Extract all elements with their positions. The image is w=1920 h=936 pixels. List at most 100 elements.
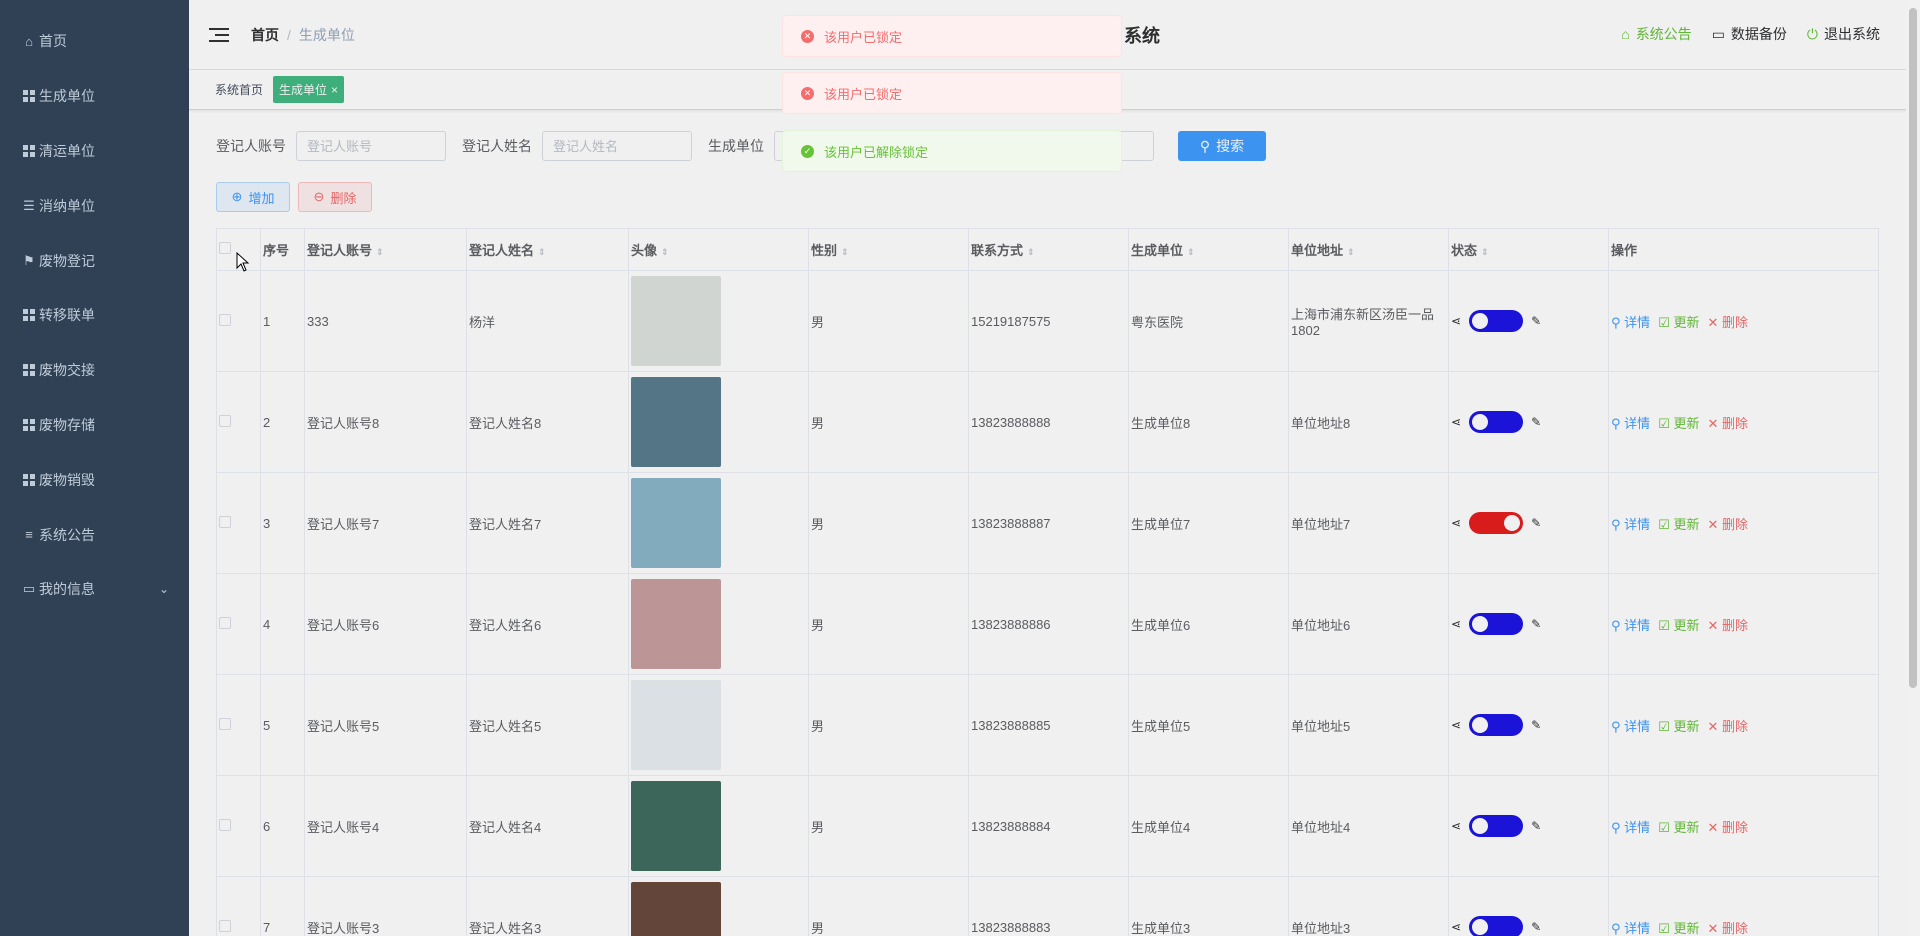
sidebar-item-waste-destruction[interactable]: 废物销毁 [0, 452, 189, 507]
tag-active[interactable]: 生成单位 × [273, 76, 345, 103]
sort-icon[interactable]: ⇕ [376, 247, 384, 258]
backup-link[interactable]: ▭ 数据备份 [1712, 24, 1787, 44]
add-button[interactable]: ⊕ 增加 [216, 182, 290, 212]
sidebar-item-announcement[interactable]: ≡ 系统公告 [0, 507, 189, 562]
sidebar-item-transfer-manifest[interactable]: 转移联单 [0, 288, 189, 343]
scrollbar-thumb[interactable] [1909, 8, 1917, 688]
row-select-cell[interactable] [216, 775, 261, 877]
row-checkbox[interactable] [219, 717, 231, 730]
select-all-checkbox[interactable] [219, 242, 231, 254]
name-input[interactable] [542, 131, 692, 161]
status-switch[interactable] [1469, 310, 1524, 332]
row-checkbox[interactable] [219, 919, 231, 932]
row-checkbox[interactable] [219, 515, 231, 528]
account-input[interactable] [296, 131, 446, 161]
share-icon[interactable]: ⋖ [1451, 314, 1461, 328]
edit-icon[interactable]: ✎ [1531, 920, 1541, 934]
update-button[interactable]: ☑ 更新 [1658, 413, 1699, 432]
avatar[interactable] [631, 579, 721, 669]
row-checkbox[interactable] [219, 313, 231, 326]
header-status[interactable]: 状态 ⇕ [1448, 228, 1609, 271]
edit-icon[interactable]: ✎ [1531, 718, 1541, 732]
avatar[interactable] [631, 882, 721, 936]
delete-button[interactable]: ⊖ 删除 [298, 182, 372, 212]
detail-button[interactable]: ⚲ 详情 [1611, 312, 1650, 331]
row-select-cell[interactable] [216, 472, 261, 574]
status-switch[interactable] [1469, 714, 1524, 736]
row-delete-button[interactable]: ✕ 删除 [1707, 514, 1748, 533]
status-switch[interactable] [1469, 815, 1524, 837]
sidebar-item-disposal-unit[interactable]: ☰ 消纳单位 [0, 178, 189, 233]
row-checkbox[interactable] [219, 616, 231, 629]
status-switch[interactable] [1469, 411, 1524, 433]
header-address[interactable]: 单位地址 ⇕ [1288, 228, 1449, 271]
row-checkbox[interactable] [219, 414, 231, 427]
row-select-cell[interactable] [216, 876, 261, 936]
row-select-cell[interactable] [216, 674, 261, 776]
header-name[interactable]: 登记人姓名 ⇕ [466, 228, 629, 271]
row-checkbox[interactable] [219, 818, 231, 831]
sort-icon[interactable]: ⇕ [1347, 247, 1355, 258]
detail-button[interactable]: ⚲ 详情 [1611, 413, 1650, 432]
share-icon[interactable]: ⋖ [1451, 415, 1461, 429]
row-delete-button[interactable]: ✕ 删除 [1707, 817, 1748, 836]
sort-icon[interactable]: ⇕ [841, 247, 849, 258]
sort-icon[interactable]: ⇕ [1027, 247, 1035, 258]
avatar[interactable] [631, 276, 721, 366]
row-select-cell[interactable] [216, 371, 261, 473]
share-icon[interactable]: ⋖ [1451, 617, 1461, 631]
avatar[interactable] [631, 781, 721, 871]
detail-button[interactable]: ⚲ 详情 [1611, 817, 1650, 836]
update-button[interactable]: ☑ 更新 [1658, 918, 1699, 936]
sort-icon[interactable]: ⇕ [538, 247, 546, 258]
header-avatar[interactable]: 头像 ⇕ [628, 228, 809, 271]
update-button[interactable]: ☑ 更新 [1658, 716, 1699, 735]
hamburger-icon[interactable] [209, 27, 229, 42]
header-account[interactable]: 登记人账号 ⇕ [304, 228, 467, 271]
header-unit[interactable]: 生成单位 ⇕ [1128, 228, 1289, 271]
tag-home[interactable]: 系统首页 [215, 77, 263, 102]
header-phone[interactable]: 联系方式 ⇕ [968, 228, 1129, 271]
breadcrumb-home[interactable]: 首页 [251, 25, 279, 45]
detail-button[interactable]: ⚲ 详情 [1611, 514, 1650, 533]
share-icon[interactable]: ⋖ [1451, 819, 1461, 833]
sidebar-item-waste-handover[interactable]: 废物交接 [0, 343, 189, 398]
detail-button[interactable]: ⚲ 详情 [1611, 918, 1650, 936]
share-icon[interactable]: ⋖ [1451, 516, 1461, 530]
row-delete-button[interactable]: ✕ 删除 [1707, 716, 1748, 735]
update-button[interactable]: ☑ 更新 [1658, 514, 1699, 533]
detail-button[interactable]: ⚲ 详情 [1611, 615, 1650, 634]
sort-icon[interactable]: ⇕ [1187, 247, 1195, 258]
sidebar-item-waste-storage[interactable]: 废物存储 [0, 398, 189, 453]
sort-icon[interactable]: ⇕ [1481, 247, 1489, 258]
header-gender[interactable]: 性别 ⇕ [808, 228, 969, 271]
edit-icon[interactable]: ✎ [1531, 516, 1541, 530]
row-delete-button[interactable]: ✕ 删除 [1707, 413, 1748, 432]
announcement-link[interactable]: ⌂ 系统公告 [1621, 24, 1691, 44]
logout-link[interactable]: ⏻ 退出系统 [1807, 24, 1880, 44]
edit-icon[interactable]: ✎ [1531, 314, 1541, 328]
status-switch[interactable] [1469, 512, 1524, 534]
search-button[interactable]: ⚲ 搜索 [1178, 131, 1266, 161]
avatar[interactable] [631, 680, 721, 770]
sidebar-item-waste-registration[interactable]: ⚑ 废物登记 [0, 233, 189, 288]
row-delete-button[interactable]: ✕ 删除 [1707, 312, 1748, 331]
sort-icon[interactable]: ⇕ [661, 247, 669, 258]
sidebar-item-home[interactable]: ⌂ 首页 [0, 14, 189, 69]
edit-icon[interactable]: ✎ [1531, 617, 1541, 631]
row-delete-button[interactable]: ✕ 删除 [1707, 918, 1748, 936]
update-button[interactable]: ☑ 更新 [1658, 312, 1699, 331]
sidebar-item-my-info[interactable]: ▭ 我的信息 ⌄ [0, 562, 189, 617]
row-select-cell[interactable] [216, 270, 261, 372]
avatar[interactable] [631, 377, 721, 467]
update-button[interactable]: ☑ 更新 [1658, 615, 1699, 634]
share-icon[interactable]: ⋖ [1451, 718, 1461, 732]
avatar[interactable] [631, 478, 721, 568]
detail-button[interactable]: ⚲ 详情 [1611, 716, 1650, 735]
edit-icon[interactable]: ✎ [1531, 819, 1541, 833]
sidebar-item-generation-unit[interactable]: 生成单位 [0, 69, 189, 124]
status-switch[interactable] [1469, 916, 1524, 936]
row-select-cell[interactable] [216, 573, 261, 675]
edit-icon[interactable]: ✎ [1531, 415, 1541, 429]
sidebar-item-transport-unit[interactable]: 清运单位 [0, 124, 189, 179]
